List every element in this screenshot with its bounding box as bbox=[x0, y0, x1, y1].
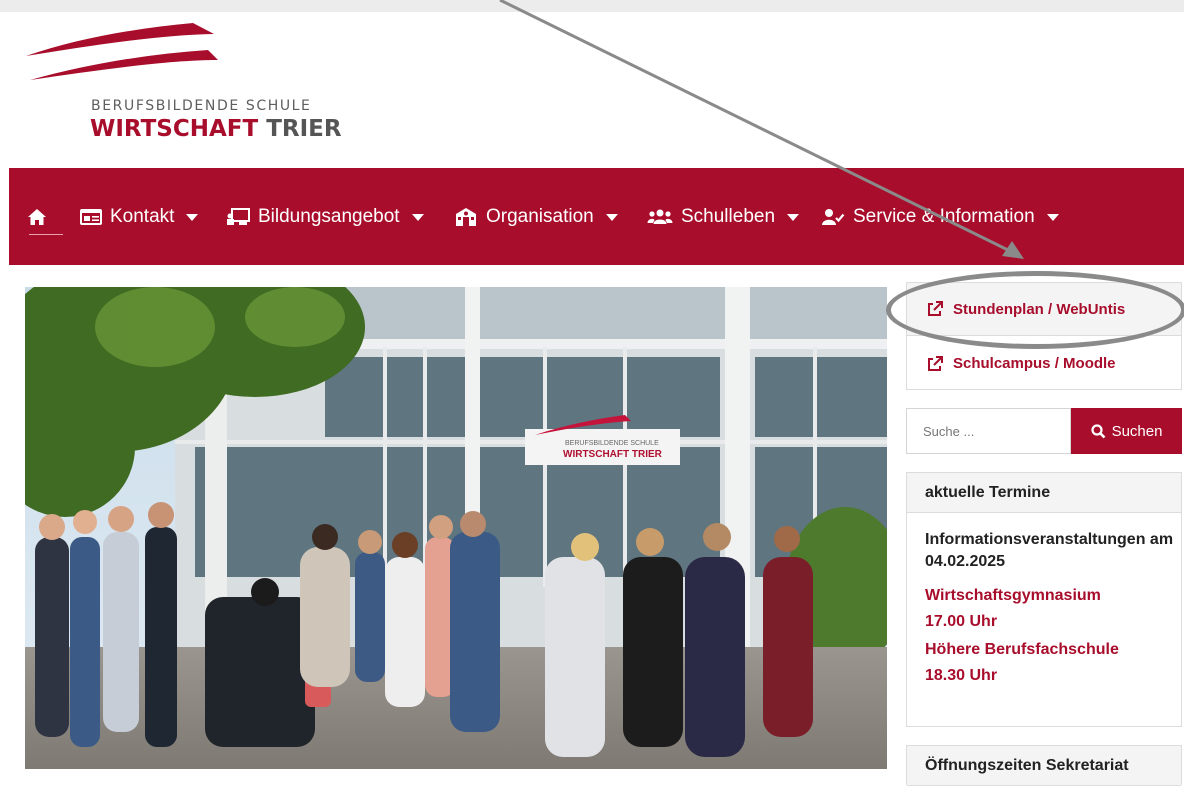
nav-home[interactable] bbox=[27, 202, 47, 232]
id-card-icon bbox=[80, 209, 102, 225]
chalkboard-icon bbox=[227, 208, 250, 225]
nav-schulleben[interactable]: Schulleben bbox=[647, 202, 800, 232]
quick-links-box: Stundenplan / WebUntis Schulcampus / Moo… bbox=[906, 282, 1182, 390]
link-stundenplan-webuntis[interactable]: Stundenplan / WebUntis bbox=[907, 283, 1181, 336]
external-link-icon bbox=[928, 301, 943, 316]
nav-service-information[interactable]: Service & Information bbox=[821, 202, 1059, 232]
nav-organisation-label: Organisation bbox=[486, 206, 594, 227]
school-logo[interactable]: BERUFSBILDENDE SCHULE WIRTSCHAFT TRIER bbox=[18, 20, 342, 160]
oeffnungszeiten-heading: Öffnungszeiten Sekretariat bbox=[907, 746, 1181, 786]
main-navigation: Kontakt Bildungsangebot Organisation Sch… bbox=[9, 168, 1184, 265]
oeffnungszeiten-panel: Öffnungszeiten Sekretariat bbox=[906, 745, 1182, 786]
nav-kontakt-label: Kontakt bbox=[110, 206, 175, 227]
chevron-down-icon bbox=[1046, 213, 1059, 221]
termine-heading: aktuelle Termine bbox=[907, 473, 1181, 513]
chevron-down-icon bbox=[605, 213, 618, 221]
link-stundenplan-label: Stundenplan / WebUntis bbox=[953, 300, 1126, 318]
logo-swoosh-icon bbox=[26, 23, 218, 80]
top-strip bbox=[0, 0, 1184, 12]
search-button[interactable]: Suchen bbox=[1071, 408, 1182, 454]
termine-title: Informationsveranstaltungen am 04.02.202… bbox=[925, 531, 1174, 570]
external-link-icon bbox=[928, 355, 943, 371]
logo-text-trier: TRIER bbox=[258, 116, 342, 142]
link-schulcampus-moodle[interactable]: Schulcampus / Moodle bbox=[907, 337, 1181, 390]
search-icon bbox=[1090, 423, 1105, 438]
chevron-down-icon bbox=[411, 213, 424, 221]
nav-kontakt[interactable]: Kontakt bbox=[80, 202, 199, 232]
home-icon bbox=[28, 209, 46, 225]
users-icon bbox=[647, 209, 673, 224]
hero-image: BERUFSBILDENDE SCHULE WIRTSCHAFT TRIER bbox=[25, 287, 887, 769]
search-button-label: Suchen bbox=[1111, 422, 1163, 440]
search-input[interactable] bbox=[906, 408, 1071, 454]
logo-text-line1: BERUFSBILDENDE SCHULE bbox=[91, 98, 312, 114]
user-check-icon bbox=[822, 209, 845, 225]
sign-text-line2: WIRTSCHAFT TRIER bbox=[563, 449, 663, 460]
nav-schulleben-label: Schulleben bbox=[681, 206, 776, 227]
nav-bildungsangebot[interactable]: Bildungsangebot bbox=[226, 202, 424, 232]
chevron-down-icon bbox=[186, 213, 199, 221]
logo-text-wirtschaft: WIRTSCHAFT bbox=[90, 116, 259, 142]
site-header: BERUFSBILDENDE SCHULE WIRTSCHAFT TRIER bbox=[0, 12, 1184, 168]
nav-service-information-label: Service & Information bbox=[853, 206, 1035, 227]
nav-bildungsangebot-label: Bildungsangebot bbox=[258, 206, 400, 227]
termine-panel: aktuelle Termine Informationsveranstaltu… bbox=[906, 472, 1182, 727]
chevron-down-icon bbox=[787, 213, 800, 221]
logo-text-line2: WIRTSCHAFT TRIER bbox=[90, 116, 342, 142]
search-form: Suchen bbox=[906, 408, 1182, 454]
termin-name-2: Höhere Berufsfachschule bbox=[925, 641, 1119, 658]
sign-text-line1: BERUFSBILDENDE SCHULE bbox=[565, 440, 659, 447]
termin-time-2: 18.30 Uhr bbox=[925, 667, 998, 684]
school-entrance-photo: BERUFSBILDENDE SCHULE WIRTSCHAFT TRIER bbox=[25, 287, 887, 769]
home-active-indicator bbox=[29, 234, 63, 235]
link-schulcampus-label: Schulcampus / Moodle bbox=[953, 355, 1116, 372]
termin-name-1: Wirtschaftsgymnasium bbox=[925, 587, 1101, 604]
school-building-icon bbox=[456, 208, 476, 226]
termin-time-1: 17.00 Uhr bbox=[925, 613, 998, 630]
nav-organisation[interactable]: Organisation bbox=[454, 202, 618, 232]
